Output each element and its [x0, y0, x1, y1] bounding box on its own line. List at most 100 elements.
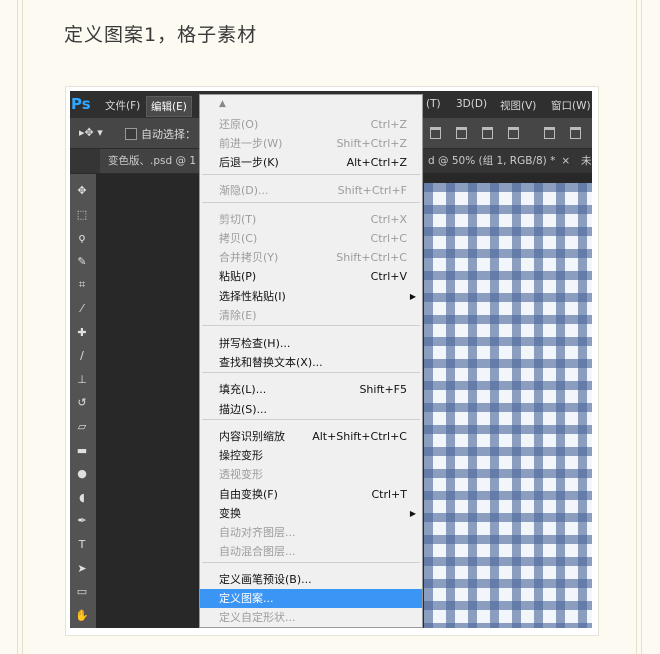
move-tool-preset-icon[interactable]: ▸✥ ▾ — [79, 126, 103, 139]
lasso-tool-icon[interactable]: ϙ — [73, 229, 91, 247]
menu-item-copy[interactable]: 拷贝(C) Ctrl+C — [200, 229, 422, 248]
eraser-tool-icon[interactable]: ▱ — [73, 418, 91, 436]
menu-item-label: 合并拷贝(Y) — [219, 251, 279, 264]
menu-item-copy-merged[interactable]: 合并拷贝(Y) Shift+Ctrl+C — [200, 248, 422, 267]
auto-select-label: 自动选择： — [141, 128, 196, 141]
close-icon[interactable]: × — [561, 155, 570, 167]
menu-item-shortcut: Ctrl+C — [370, 232, 407, 245]
menu-item-label: 操控变形 — [219, 449, 263, 462]
blur-tool-icon[interactable]: ● — [73, 465, 91, 483]
menu-item-fill[interactable]: 填充(L)... Shift+F5 — [200, 380, 422, 399]
menu-item-label: 填充(L)... — [219, 383, 267, 396]
rectangle-tool-icon[interactable]: ▭ — [73, 583, 91, 601]
history-brush-tool-icon[interactable]: ↺ — [73, 394, 91, 412]
document-tab[interactable]: 未 — [573, 149, 592, 173]
menu-item-find-replace[interactable]: 查找和替换文本(X)... — [200, 353, 422, 372]
menu-item-stroke[interactable]: 描边(S)... — [200, 400, 422, 419]
eyedropper-tool-icon[interactable]: ⁄ — [73, 300, 91, 318]
menu-item-shortcut: Ctrl+Z — [370, 118, 407, 131]
menu-item-spell-check[interactable]: 拼写检查(H)... — [200, 334, 422, 353]
quick-select-tool-icon[interactable]: ✎ — [73, 253, 91, 271]
move-tool-icon[interactable]: ✥ — [73, 182, 91, 200]
menu-item-shortcut: Ctrl+T — [371, 488, 407, 501]
align-vcenter-icon[interactable] — [456, 127, 467, 139]
gingham-pattern-canvas[interactable] — [424, 183, 592, 628]
menu-edit[interactable]: 编辑(E) — [146, 96, 192, 117]
tools-panel: ✥ ⬚ ϙ ✎ ⌗ ⁄ ✚ ∕ ⊥ ↺ ▱ ▬ ● ◖ ✒ T ➤ ▭ ✋ — [70, 174, 96, 628]
menu-item-shortcut: Ctrl+V — [370, 270, 407, 283]
path-select-tool-icon[interactable]: ➤ — [73, 560, 91, 578]
menu-view[interactable]: 视图(V) — [500, 98, 536, 113]
healing-brush-tool-icon[interactable]: ✚ — [73, 324, 91, 342]
menu-item-label: 选择性粘贴(I) — [219, 290, 286, 303]
menu-item-label: 清除(E) — [219, 309, 257, 322]
menu-item-clear[interactable]: 清除(E) — [200, 306, 422, 325]
dodge-tool-icon[interactable]: ◖ — [73, 489, 91, 507]
menu-item-cut[interactable]: 剪切(T) Ctrl+X — [200, 210, 422, 229]
menu-item-label: 自动混合图层... — [219, 545, 296, 558]
menu-item-label: 还原(O) — [219, 118, 259, 131]
distribute-vcenter-icon[interactable] — [570, 127, 581, 139]
menu-item-free-transform[interactable]: 自由变换(F) Ctrl+T — [200, 485, 422, 504]
page-border-line — [636, 0, 637, 654]
align-top-icon[interactable] — [430, 127, 441, 139]
document-tab-label: d @ 50% (组 1, RGB/8) * — [428, 155, 556, 167]
edit-menu-dropdown: ▲ 还原(O) Ctrl+Z 前进一步(W) Shift+Ctrl+Z 后退一步(K) A… — [199, 94, 423, 628]
photoshop-window: Ps 文件(F) 编辑(E) (T) 3D(D) 视图(V) 窗口(W) ▸✥ … — [70, 91, 592, 628]
menu-item-content-aware-scale[interactable]: 内容识别缩放 Alt+Shift+Ctrl+C — [200, 427, 422, 446]
submenu-arrow-icon: ▶ — [409, 292, 416, 301]
menu-item-label: 自动对齐图层... — [219, 526, 296, 539]
type-tool-icon[interactable]: T — [73, 536, 91, 554]
menu-item-shortcut: Alt+Shift+Ctrl+C — [312, 430, 407, 443]
hand-tool-icon[interactable]: ✋ — [73, 607, 91, 625]
scroll-up-arrow-icon[interactable]: ▲ — [219, 99, 226, 109]
page-border-line — [22, 0, 23, 654]
menu-file[interactable]: 文件(F) — [105, 98, 140, 113]
menu-item-undo[interactable]: 还原(O) Ctrl+Z — [200, 115, 422, 134]
menu-item-shortcut: Shift+Ctrl+C — [336, 251, 407, 264]
page-title: 定义图案1，格子素材 — [64, 24, 258, 46]
menu-item-transform[interactable]: 变换 ▶ — [200, 504, 422, 523]
page-border-line — [641, 0, 642, 654]
menu-item-auto-blend-layers[interactable]: 自动混合图层... — [200, 542, 422, 561]
menu-item-step-forward[interactable]: 前进一步(W) Shift+Ctrl+Z — [200, 134, 422, 153]
menu-item-fade[interactable]: 渐隐(D)... Shift+Ctrl+F — [200, 181, 422, 200]
align-left-icon[interactable] — [508, 127, 519, 139]
menu-item-shortcut: Shift+Ctrl+F — [337, 184, 407, 197]
menu-item-auto-align-layers[interactable]: 自动对齐图层... — [200, 523, 422, 542]
menu-item-paste-special[interactable]: 选择性粘贴(I) ▶ — [200, 287, 422, 306]
menu-item-label: 自由变换(F) — [219, 488, 278, 501]
menu-separator — [202, 325, 420, 326]
menu-item-label: 剪切(T) — [219, 213, 257, 226]
menu-separator — [202, 419, 420, 420]
menu-3d[interactable]: 3D(D) — [456, 98, 487, 110]
marquee-tool-icon[interactable]: ⬚ — [73, 206, 91, 224]
menu-item-perspective-warp[interactable]: 透视变形 — [200, 465, 422, 484]
menu-item-puppet-warp[interactable]: 操控变形 — [200, 446, 422, 465]
menu-item-define-custom-shape[interactable]: 定义自定形状... — [200, 608, 422, 627]
menu-item-label: 粘贴(P) — [219, 270, 257, 283]
align-bottom-icon[interactable] — [482, 127, 493, 139]
menu-item-define-brush-preset[interactable]: 定义画笔预设(B)... — [200, 570, 422, 589]
menu-type[interactable]: (T) — [426, 98, 441, 110]
document-tab[interactable]: d @ 50% (组 1, RGB/8) * × — [420, 149, 578, 173]
menu-window[interactable]: 窗口(W) — [551, 98, 591, 113]
menu-item-define-pattern[interactable]: 定义图案... — [200, 589, 422, 608]
menu-item-label: 前进一步(W) — [219, 137, 283, 150]
menu-item-step-backward[interactable]: 后退一步(K) Alt+Ctrl+Z — [200, 153, 422, 172]
gradient-tool-icon[interactable]: ▬ — [73, 442, 91, 460]
submenu-arrow-icon: ▶ — [409, 509, 416, 518]
auto-select-checkbox[interactable] — [125, 128, 137, 140]
distribute-top-icon[interactable] — [544, 127, 555, 139]
menu-separator — [202, 372, 420, 373]
menu-item-label: 定义图案... — [219, 592, 274, 605]
crop-tool-icon[interactable]: ⌗ — [73, 276, 91, 294]
menu-item-paste[interactable]: 粘贴(P) Ctrl+V — [200, 267, 422, 286]
page-border-line — [17, 0, 18, 654]
pen-tool-icon[interactable]: ✒ — [73, 512, 91, 530]
menu-item-label: 拷贝(C) — [219, 232, 258, 245]
menu-item-label: 变换 — [219, 507, 241, 520]
menu-item-label: 内容识别缩放 — [219, 430, 285, 443]
clone-stamp-tool-icon[interactable]: ⊥ — [73, 371, 91, 389]
brush-tool-icon[interactable]: ∕ — [73, 347, 91, 365]
